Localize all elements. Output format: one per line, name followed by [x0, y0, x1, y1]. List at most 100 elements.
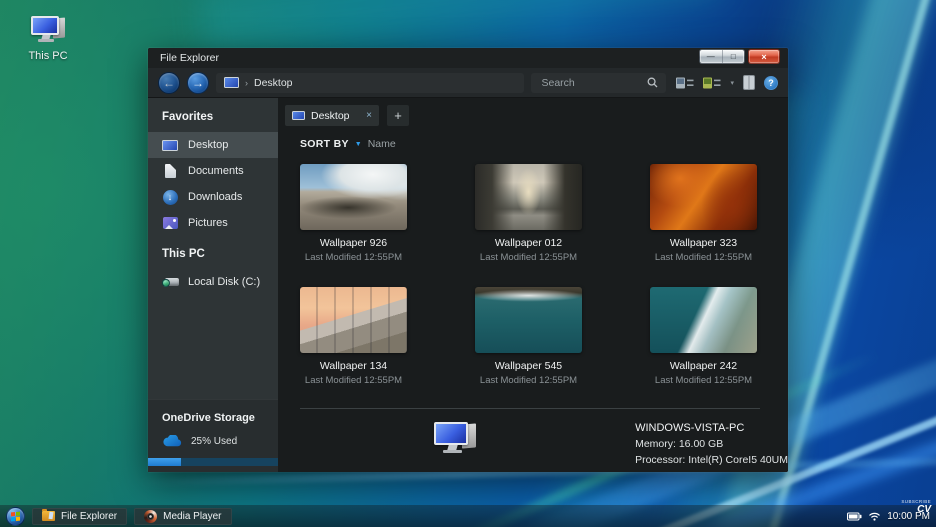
processor-info: Processor: Intel(R) CoreI5 40UM	[635, 454, 788, 466]
navigation-bar: ← → › Desktop	[148, 68, 788, 98]
file-item[interactable]: Wallpaper 926 Last Modified 12:55PM	[300, 164, 407, 263]
file-thumbnail	[475, 164, 582, 230]
favorites-header: Favorites	[148, 98, 278, 132]
onedrive-cloud-icon	[162, 435, 183, 447]
computer-name: WINDOWS-VISTA-PC	[635, 421, 788, 434]
back-button[interactable]: ←	[158, 72, 180, 94]
taskbar-app-media-player[interactable]: Media Player	[134, 508, 231, 525]
plus-icon: +	[394, 108, 402, 123]
file-modified: Last Modified 12:55PM	[475, 252, 582, 263]
sidebar: Favorites Desktop Documents ↓ Downloads …	[148, 98, 278, 472]
file-name: Wallpaper 242	[650, 360, 757, 372]
onedrive-header: OneDrive Storage	[148, 412, 278, 424]
file-thumbnail	[300, 164, 407, 230]
view-tiles-icon[interactable]	[676, 77, 694, 89]
file-modified: Last Modified 12:55PM	[300, 252, 407, 263]
breadcrumb[interactable]: › Desktop	[216, 73, 524, 93]
taskbar-app-label: Media Player	[163, 511, 221, 522]
file-item[interactable]: Wallpaper 012 Last Modified 12:55PM	[475, 164, 582, 263]
battery-icon[interactable]	[847, 512, 862, 521]
taskbar-app-file-explorer[interactable]: File Explorer	[32, 508, 127, 525]
file-grid: Wallpaper 926 Last Modified 12:55PM Wall…	[278, 150, 788, 386]
file-item[interactable]: Wallpaper 545 Last Modified 12:55PM	[475, 287, 582, 386]
file-name: Wallpaper 926	[300, 237, 407, 249]
file-modified: Last Modified 12:55PM	[475, 375, 582, 386]
desktop-monitor-icon	[161, 140, 179, 151]
onedrive-progress-bar	[148, 458, 278, 466]
tab-bar: Desktop × +	[278, 98, 788, 126]
sidebar-item-pictures[interactable]: Pictures	[148, 210, 278, 236]
search-box[interactable]	[531, 73, 666, 93]
content-pane: Desktop × + SORT BY ▼ Name Wallpaper 926…	[278, 98, 788, 472]
sidebar-item-desktop[interactable]: Desktop	[148, 132, 278, 158]
sort-by-label: SORT BY	[300, 138, 349, 150]
file-modified: Last Modified 12:55PM	[650, 375, 757, 386]
computer-icon	[224, 77, 239, 88]
search-input[interactable]	[539, 76, 641, 90]
forward-arrow-icon: →	[192, 76, 204, 90]
sidebar-item-label: Downloads	[188, 191, 242, 203]
taskbar-app-label: File Explorer	[61, 511, 117, 522]
folder-icon	[42, 511, 55, 521]
desktop-icon-this-pc[interactable]: This PC	[20, 16, 76, 62]
wallpaper-aurora-streak	[198, 0, 721, 51]
maximize-button[interactable]: □	[722, 50, 745, 63]
file-item[interactable]: Wallpaper 323 Last Modified 12:55PM	[650, 164, 757, 263]
chevron-right-icon: ›	[245, 78, 248, 88]
sidebar-item-label: Desktop	[188, 139, 228, 151]
file-thumbnail	[650, 164, 757, 230]
media-disc-icon	[144, 510, 157, 523]
minimize-button[interactable]: —	[700, 50, 722, 63]
tab-monitor-icon	[292, 111, 305, 120]
sidebar-item-label: Local Disk (C:)	[188, 276, 260, 288]
forward-button[interactable]: →	[187, 72, 209, 94]
new-tab-button[interactable]: +	[387, 105, 409, 126]
sidebar-item-documents[interactable]: Documents	[148, 158, 278, 184]
help-icon[interactable]: ?	[764, 76, 778, 90]
sort-bar: SORT BY ▼ Name	[278, 126, 788, 150]
file-thumbnail	[300, 287, 407, 353]
sort-caret-icon[interactable]: ▼	[355, 141, 362, 148]
windows-logo-icon	[11, 511, 20, 521]
file-name: Wallpaper 323	[650, 237, 757, 249]
views-dropdown-caret-icon[interactable]: ▾	[730, 79, 734, 87]
tab-close-icon[interactable]: ×	[366, 110, 372, 121]
hard-drive-icon	[161, 276, 179, 288]
view-details-icon[interactable]	[703, 77, 721, 89]
desktop-icon-label: This PC	[20, 50, 76, 62]
sidebar-item-label: Documents	[188, 165, 244, 177]
sidebar-item-downloads[interactable]: ↓ Downloads	[148, 184, 278, 210]
window-title: File Explorer	[160, 52, 219, 64]
file-thumbnail	[650, 287, 757, 353]
title-bar[interactable]: File Explorer — □ ×	[148, 48, 788, 68]
sort-value[interactable]: Name	[368, 138, 396, 150]
tab-label: Desktop	[311, 110, 360, 122]
search-icon	[647, 77, 658, 88]
file-explorer-window: File Explorer — □ × ← → › Desktop	[148, 48, 788, 472]
file-item[interactable]: Wallpaper 134 Last Modified 12:55PM	[300, 287, 407, 386]
onedrive-progress-fill	[148, 458, 181, 466]
file-item[interactable]: Wallpaper 242 Last Modified 12:55PM	[650, 287, 757, 386]
system-info: WINDOWS-VISTA-PC Memory: 16.00 GB Proces…	[278, 409, 788, 466]
file-modified: Last Modified 12:55PM	[650, 252, 757, 263]
window-body: Favorites Desktop Documents ↓ Downloads …	[148, 98, 788, 472]
file-modified: Last Modified 12:55PM	[300, 375, 407, 386]
channel-watermark: SUBSCRIBE CV	[901, 500, 931, 516]
tab-desktop[interactable]: Desktop ×	[285, 105, 379, 126]
taskbar: File Explorer Media Player 10:00 PM	[0, 505, 936, 527]
sidebar-item-label: Pictures	[188, 217, 228, 229]
onedrive-usage-text: 25% Used	[191, 436, 237, 447]
download-icon: ↓	[161, 190, 179, 205]
document-icon	[161, 164, 179, 178]
sidebar-item-local-disk-c[interactable]: Local Disk (C:)	[148, 269, 278, 295]
start-button[interactable]	[6, 507, 25, 526]
wifi-icon[interactable]	[868, 511, 881, 521]
file-name: Wallpaper 012	[475, 237, 582, 249]
memory-info: Memory: 16.00 GB	[635, 438, 788, 450]
close-button[interactable]: ×	[748, 49, 780, 64]
view-toolbar: ▾ ?	[676, 75, 778, 90]
file-name: Wallpaper 545	[475, 360, 582, 372]
preview-pane-icon[interactable]	[743, 75, 755, 90]
this-pc-header: This PC	[148, 236, 278, 269]
onedrive-storage-panel: OneDrive Storage 25% Used	[148, 399, 278, 472]
